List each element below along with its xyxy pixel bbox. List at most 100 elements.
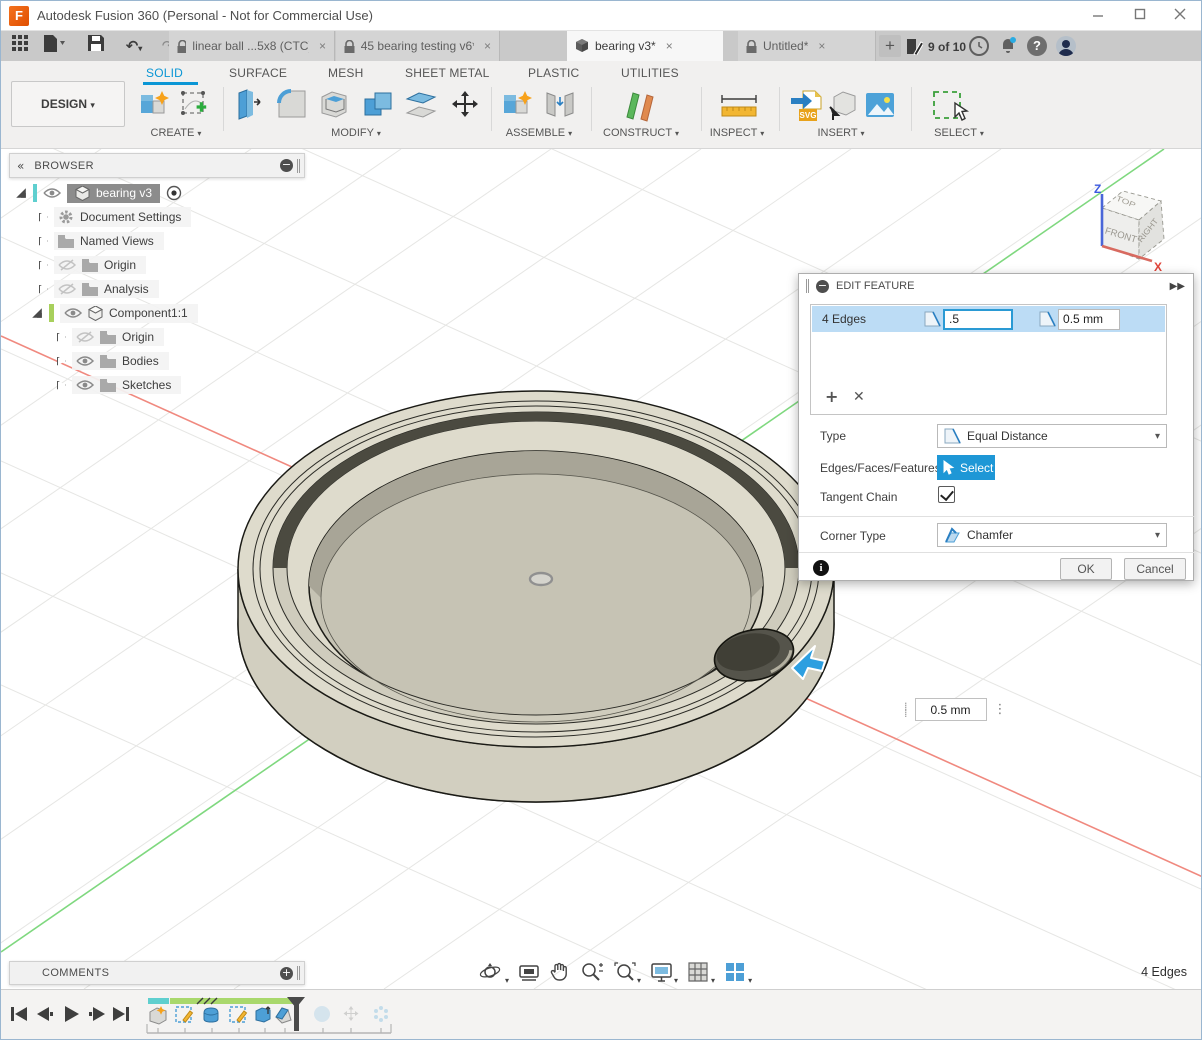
chamfer-distance-mm-input[interactable] <box>1058 309 1120 330</box>
viewcube[interactable]: TOP FRONT RIGHT Z X <box>1094 182 1164 274</box>
tab-utilities[interactable]: UTILITIES <box>621 66 679 80</box>
dialog-expand-icon[interactable]: ▶▶ <box>1170 281 1185 292</box>
timeline-feature-sketch-1[interactable] <box>176 1007 193 1022</box>
insert-mesh-button[interactable] <box>828 89 858 126</box>
timeline-feature-sketch-2[interactable] <box>230 1007 247 1022</box>
insert-canvas-button[interactable] <box>864 89 896 126</box>
eye-off-icon[interactable] <box>76 331 94 343</box>
drag-handle-icon[interactable]: ⁞⁞ <box>904 703 908 717</box>
browser-header[interactable]: « BROWSER − <box>9 153 305 178</box>
group-assemble[interactable]: ASSEMBLE ▾ <box>496 127 582 139</box>
type-dropdown[interactable]: Equal Distance ▾ <box>937 424 1167 448</box>
combine-button[interactable] <box>362 89 396 126</box>
chamfer-distance-input[interactable] <box>943 309 1013 330</box>
document-tab-active[interactable]: bearing v3* × <box>567 31 723 61</box>
browser-row-bodies[interactable]: Bodies <box>57 350 169 372</box>
look-at-button[interactable] <box>518 961 540 988</box>
tab-sheet-metal[interactable]: SHEET METAL <box>405 66 489 80</box>
measure-button[interactable] <box>719 93 759 124</box>
zoom-button[interactable] <box>580 961 604 988</box>
browser-row-analysis[interactable]: Analysis <box>39 278 159 300</box>
maximize-button[interactable] <box>1125 7 1155 25</box>
add-edge-set-button[interactable]: + <box>825 387 838 406</box>
browser-row-component1[interactable]: Component1:1 <box>31 302 198 324</box>
minimize-button[interactable] <box>1083 7 1113 25</box>
eye-off-icon[interactable] <box>58 283 76 295</box>
timeline-feature-new-component[interactable] <box>150 1006 166 1024</box>
grid-settings-button[interactable]: ▾ <box>687 961 715 988</box>
comments-grip[interactable] <box>297 966 300 980</box>
save-version-indicator[interactable]: 9 of 10 <box>906 38 966 55</box>
timeline-feature-form[interactable] <box>204 1008 218 1022</box>
orbit-button[interactable]: ▾ <box>479 961 509 988</box>
expand-icon[interactable] <box>57 333 66 342</box>
kebab-menu-icon[interactable]: ⋮ <box>994 702 1007 717</box>
expand-icon[interactable] <box>39 237 48 246</box>
ok-button[interactable]: OK <box>1060 558 1112 580</box>
display-settings-button[interactable]: ▾ <box>650 961 678 988</box>
move-copy-button[interactable] <box>448 89 482 128</box>
tangent-chain-checkbox[interactable] <box>938 486 955 503</box>
cancel-button[interactable]: Cancel <box>1124 558 1186 580</box>
file-menu-button[interactable] <box>43 35 65 57</box>
notifications-button[interactable] <box>998 36 1018 56</box>
avatar[interactable] <box>1056 36 1076 56</box>
expand-icon[interactable] <box>57 357 66 366</box>
press-pull-button[interactable] <box>235 89 265 126</box>
collapse-browser-icon[interactable]: « <box>17 159 24 173</box>
insert-svg-button[interactable]: SVG <box>789 89 823 128</box>
comments-header[interactable]: COMMENTS + <box>9 961 305 985</box>
joint-button[interactable] <box>543 89 577 126</box>
job-status-button[interactable] <box>969 36 989 56</box>
browser-row-sketches[interactable]: Sketches <box>57 374 181 396</box>
create-sketch-button[interactable] <box>179 89 213 126</box>
corner-type-dropdown[interactable]: Chamfer ▾ <box>937 523 1167 547</box>
group-construct[interactable]: CONSTRUCT ▾ <box>596 127 686 139</box>
tab-solid[interactable]: SOLID <box>146 66 183 80</box>
play-button[interactable] <box>65 1006 79 1022</box>
dialog-header[interactable]: − EDIT FEATURE ▶▶ <box>799 274 1193 298</box>
eye-icon[interactable] <box>76 379 94 391</box>
assemble-new-component-button[interactable] <box>501 89 533 126</box>
new-component-button[interactable] <box>138 89 170 126</box>
browser-row-named-views[interactable]: Named Views <box>39 230 164 252</box>
document-tab-4[interactable]: Untitled* × <box>738 31 876 61</box>
eye-icon[interactable] <box>43 187 61 199</box>
eye-icon[interactable] <box>76 355 94 367</box>
go-to-start-button[interactable] <box>11 1007 27 1021</box>
tab-mesh[interactable]: MESH <box>328 66 363 80</box>
app-grid-menu-button[interactable] <box>9 35 31 57</box>
construct-plane-button[interactable] <box>621 89 661 128</box>
expand-collapse-icon[interactable] <box>32 308 42 318</box>
browser-display-settings-icon[interactable]: − <box>280 159 293 172</box>
expand-icon[interactable] <box>39 213 48 222</box>
new-tab-button[interactable]: + <box>879 35 901 57</box>
select-tool-button[interactable] <box>931 89 971 128</box>
timeline-feature-circular-pattern-suppressed[interactable] <box>374 1006 388 1022</box>
expand-icon[interactable] <box>57 381 66 390</box>
select-edges-button[interactable]: Select <box>937 455 995 480</box>
tab-close-icon[interactable]: × <box>484 39 491 53</box>
timeline-feature-extrude[interactable] <box>256 1007 270 1022</box>
activate-component-radio[interactable] <box>166 185 182 201</box>
root-label-box[interactable]: bearing v3 <box>67 184 160 203</box>
eye-icon[interactable] <box>64 307 82 319</box>
browser-row-document-settings[interactable]: Document Settings <box>39 206 191 228</box>
origin-center-marker[interactable] <box>530 573 552 585</box>
timeline-track[interactable] <box>139 996 409 1038</box>
timeline-feature-move-suppressed[interactable] <box>344 1006 359 1021</box>
tab-close-icon[interactable]: × <box>666 39 673 53</box>
timeline-feature-chamfer[interactable] <box>276 1008 291 1023</box>
undo-button[interactable]: ↶▾ <box>123 35 145 57</box>
undo-dropdown-icon[interactable]: ▾ <box>138 44 142 53</box>
shell-button[interactable] <box>319 89 353 126</box>
help-button[interactable]: ? <box>1027 36 1047 56</box>
expand-icon[interactable] <box>39 285 48 294</box>
group-select[interactable]: SELECT ▾ <box>919 127 999 139</box>
document-tab-1[interactable]: linear ball ...5x8 (CTC) v2 × <box>169 31 335 61</box>
group-modify[interactable]: MODIFY ▾ <box>311 127 401 139</box>
browser-row-origin[interactable]: Origin <box>39 254 146 276</box>
document-tab-2[interactable]: 45 bearing testing v6* × <box>336 31 500 61</box>
browser-grip[interactable] <box>297 159 300 173</box>
edge-set-row[interactable]: 4 Edges <box>812 306 1165 332</box>
